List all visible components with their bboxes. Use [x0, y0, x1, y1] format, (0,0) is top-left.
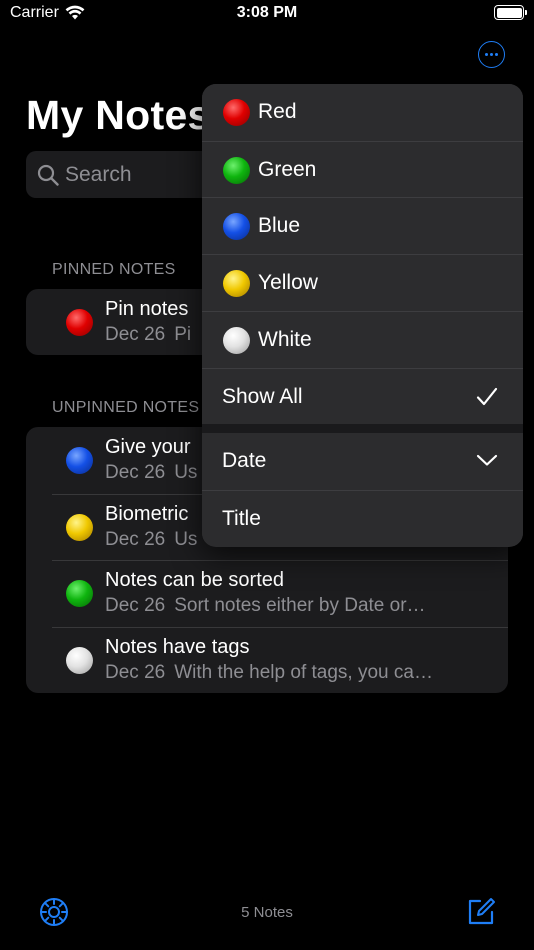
- menu-item-show-all[interactable]: Show All: [202, 367, 523, 425]
- menu-item-label: Green: [258, 157, 317, 181]
- note-title: Notes can be sorted: [105, 569, 284, 591]
- note-preview: Us: [174, 528, 198, 550]
- yellow-tag-icon: [66, 513, 93, 541]
- menu-item-label: White: [258, 327, 312, 351]
- green-tag-icon: [66, 580, 93, 607]
- note-row[interactable]: Notes can be sorted Dec 26 Sort notes eit…: [26, 560, 508, 627]
- notes-count: 5 Notes: [241, 904, 293, 921]
- note-date: Dec 26: [105, 324, 166, 345]
- menu-item-label: Title: [222, 506, 261, 530]
- white-tag-icon: [223, 326, 250, 354]
- red-tag-icon: [223, 99, 250, 126]
- note-date: Dec 26: [105, 528, 166, 550]
- chevron-down-icon: [476, 454, 498, 466]
- blue-tag-icon: [223, 213, 250, 241]
- bottom-toolbar: 5 Notes: [0, 890, 534, 950]
- menu-item-label: Red: [258, 100, 297, 123]
- compose-icon[interactable]: [466, 896, 496, 926]
- menu-item-sort-title[interactable]: Title: [202, 489, 523, 547]
- blue-tag-icon: [66, 447, 93, 474]
- unpinned-notes-header: UNPINNED NOTES: [52, 399, 200, 416]
- white-tag-icon: [66, 646, 93, 674]
- menu-item-label: Blue: [258, 214, 301, 238]
- menu-item-red[interactable]: Red: [202, 84, 523, 141]
- menu-item-blue[interactable]: Blue: [202, 197, 523, 255]
- menu-item-label: Date: [222, 449, 267, 472]
- note-subtitle: Dec 26 With the help of tags, you ca…: [105, 662, 433, 684]
- note-date: Dec 26: [105, 462, 166, 483]
- clock: 3:08 PM: [236, 4, 298, 21]
- battery-icon: [494, 5, 527, 20]
- menu-section-divider: [202, 424, 523, 433]
- note-subtitle: Dec 26 Pi: [105, 324, 191, 346]
- note-row[interactable]: Notes have tags Dec 26 With the help of t…: [26, 626, 508, 694]
- search-icon: [37, 164, 59, 186]
- note-title: Biometric: [105, 502, 189, 525]
- green-tag-icon: [223, 156, 250, 184]
- menu-item-green[interactable]: Green: [202, 140, 523, 198]
- note-subtitle: Dec 26 Us: [105, 462, 197, 484]
- menu-item-label: Yellow: [258, 271, 318, 295]
- menu-item-sort-date[interactable]: Date: [202, 433, 523, 490]
- page-title: My Notes: [26, 92, 211, 138]
- note-date: Dec 26: [105, 595, 166, 616]
- filter-sort-menu: Red Green Blue Yellow White Show All Dat…: [202, 84, 523, 547]
- pinned-notes-header: PINNED NOTES: [52, 261, 176, 278]
- red-tag-icon: [66, 309, 93, 336]
- note-preview: Pi: [174, 324, 192, 345]
- note-date: Dec 26: [105, 661, 166, 683]
- note-title: Notes have tags: [105, 635, 250, 658]
- note-subtitle: Dec 26 Sort notes either by Date or…: [105, 595, 426, 617]
- yellow-tag-icon: [223, 270, 250, 298]
- note-subtitle: Dec 26 Us: [105, 529, 197, 551]
- checkmark-icon: [476, 387, 498, 405]
- note-title: Pin notes: [105, 298, 189, 320]
- more-options-button[interactable]: [478, 41, 505, 68]
- note-title: Give your: [105, 436, 191, 458]
- menu-item-white[interactable]: White: [202, 310, 523, 368]
- note-preview: With the help of tags, you ca…: [174, 661, 433, 683]
- menu-item-yellow[interactable]: Yellow: [202, 254, 523, 311]
- note-preview: Us: [174, 462, 198, 483]
- status-bar: Carrier 3:08 PM: [0, 0, 534, 28]
- note-preview: Sort notes either by Date or…: [174, 595, 426, 616]
- menu-item-label: Show All: [222, 384, 303, 408]
